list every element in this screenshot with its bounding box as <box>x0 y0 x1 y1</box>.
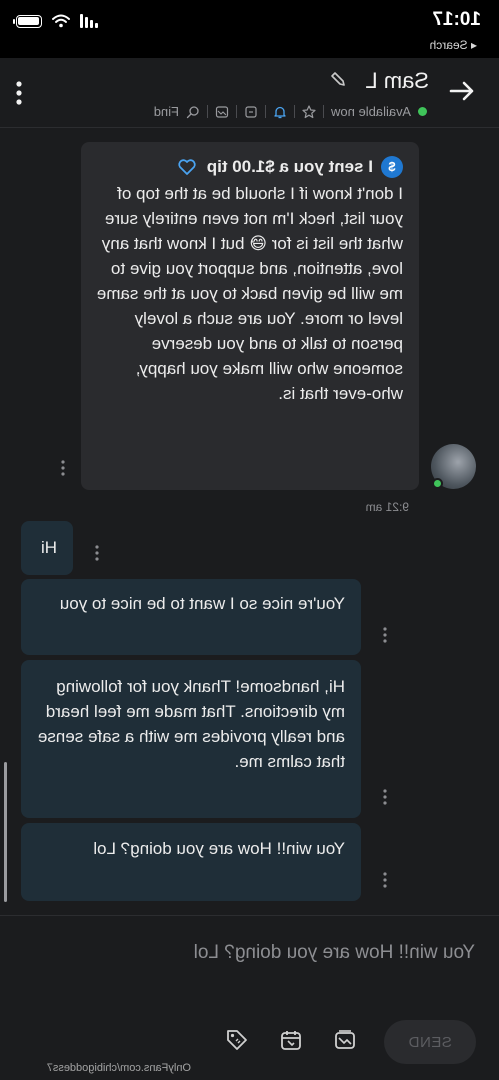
watermark-text: OnlyFans.com/chibigoddess7 <box>46 1062 191 1074</box>
message-timestamp: 9:21 am <box>365 500 409 514</box>
message-options-icon[interactable] <box>382 871 388 889</box>
message-options-icon[interactable] <box>94 544 100 562</box>
message-text: You're nice so I want to be nice to you <box>59 594 345 613</box>
message-options-icon[interactable] <box>382 626 388 644</box>
avatar-online-dot <box>432 478 443 489</box>
status-icons <box>16 14 98 28</box>
battery-icon <box>16 14 42 28</box>
message-text: Hi <box>40 538 57 557</box>
tag-icon[interactable] <box>244 105 258 119</box>
message-options-icon[interactable] <box>382 788 388 806</box>
search-icon[interactable] <box>186 105 200 119</box>
more-options-icon[interactable] <box>14 80 24 106</box>
price-tag-icon[interactable] <box>225 1028 249 1052</box>
tip-title: I sent you a $1.00 tip <box>206 157 373 176</box>
cellular-signal-icon <box>80 14 98 28</box>
contact-name[interactable]: Sam L <box>365 68 429 94</box>
message-composer: You win!! How are you doing? Lol SEND On… <box>0 915 499 1080</box>
chat-screen: 10:17 ◂ Search Sam L Available now Find … <box>0 0 499 1080</box>
find-label[interactable]: Find <box>154 104 179 119</box>
message-options-icon[interactable] <box>60 459 66 477</box>
chat-header: Sam L Available now Find <box>0 58 499 128</box>
heart-icon[interactable] <box>177 158 197 176</box>
outgoing-message: Hi, handsome! Thank you for following my… <box>21 660 361 818</box>
gallery-icon[interactable] <box>215 105 229 119</box>
bell-icon[interactable] <box>273 105 287 119</box>
online-status-dot <box>418 107 427 116</box>
header-meta-row: Available now Find <box>154 104 427 119</box>
back-arrow-icon[interactable] <box>447 76 477 106</box>
gallery-vault-icon[interactable] <box>333 1028 357 1052</box>
outgoing-message: You're nice so I want to be nice to you <box>21 579 361 655</box>
message-text: You win!! How are you doing? Lol <box>93 839 345 858</box>
outgoing-message: Hi <box>21 521 73 575</box>
edit-pencil-icon[interactable] <box>329 70 347 88</box>
wifi-icon <box>52 14 70 28</box>
outgoing-message: You win!! How are you doing? Lol <box>21 823 361 901</box>
send-button[interactable]: SEND <box>384 1020 476 1064</box>
tip-header: $ I sent you a $1.00 tip <box>95 154 403 179</box>
star-icon[interactable] <box>302 104 316 119</box>
dollar-coin-icon: $ <box>381 155 403 178</box>
tip-message-text: I don't know if I should be at the top o… <box>96 184 403 403</box>
presence-text: Available now <box>331 104 411 119</box>
status-bar: 10:17 ◂ Search <box>0 0 499 58</box>
back-to-search-link[interactable]: ◂ Search <box>430 38 477 52</box>
message-input[interactable]: You win!! How are you doing? Lol <box>194 942 475 964</box>
clock: 10:17 <box>432 9 481 30</box>
scrollbar[interactable] <box>4 762 7 902</box>
schedule-calendar-icon[interactable] <box>279 1028 303 1052</box>
message-text: Hi, handsome! Thank you for following my… <box>37 677 345 771</box>
tip-message-bubble: $ I sent you a $1.00 tip I don't know if… <box>81 142 419 490</box>
